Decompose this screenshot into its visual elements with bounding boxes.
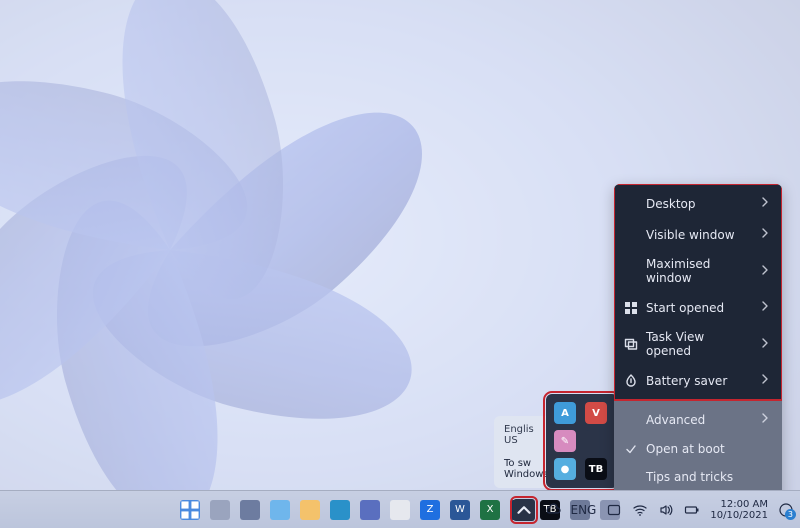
system-tray: ENG 12:00 AM 10/10/2021 3 [513, 491, 795, 528]
notif-badge: 3 [785, 509, 796, 520]
ctx-item-label: Visible window [646, 228, 752, 242]
ctx-item-label: Desktop [646, 197, 752, 211]
ctx-item-visible-window[interactable]: Visible window [614, 219, 782, 250]
chevron-right-icon [760, 226, 770, 243]
chrome-button[interactable] [390, 500, 410, 520]
ctx-item-label: Open at boot [646, 442, 752, 456]
onedrive-icon[interactable] [545, 502, 561, 518]
no-icon [624, 264, 638, 278]
search-button[interactable] [210, 500, 230, 520]
notifications-button[interactable]: 3 [778, 502, 794, 518]
start-icon [624, 301, 638, 315]
show-hidden-icons-button[interactable] [513, 499, 535, 521]
chevron-right-icon [760, 299, 770, 316]
ctx-item-desktop[interactable]: Desktop [614, 188, 782, 219]
hidden-icons-flyout: AV ✎ ● TB [546, 394, 618, 488]
start-button[interactable] [180, 500, 200, 520]
ctx-item-advanced[interactable]: Advanced [614, 404, 782, 435]
tray-app-blank[interactable] [585, 430, 607, 452]
edge-button[interactable] [330, 500, 350, 520]
tray-app-a[interactable]: A [554, 402, 576, 424]
clock-time: 12:00 AM [710, 499, 768, 510]
volume-icon[interactable] [658, 502, 674, 518]
chevron-right-icon [760, 372, 770, 389]
ctx-item-label: Tips and tricks [646, 470, 752, 484]
tray-context-menu: Desktop Visible window Maximised window Sta… [614, 184, 782, 525]
task-view-icon [624, 337, 638, 351]
no-icon [624, 197, 638, 211]
ctx-item-label: Start opened [646, 301, 752, 315]
battery-saver-icon [624, 374, 638, 388]
ime-hint-prefix: To sw [504, 458, 531, 469]
no-icon [624, 228, 638, 242]
chevron-right-icon [760, 336, 770, 353]
ctx-item-label: Battery saver [646, 374, 752, 388]
task-view-button[interactable] [240, 500, 260, 520]
widgets-button[interactable] [270, 500, 290, 520]
tray-app-tb[interactable]: TB [585, 458, 607, 480]
chevron-right-icon [760, 195, 770, 212]
ctx-item-label: Advanced [646, 413, 752, 427]
ctx-item-task-view-opened[interactable]: Task View opened [614, 323, 782, 365]
no-icon [624, 470, 638, 484]
ime-mode-icon[interactable] [606, 502, 622, 518]
ctx-item-start-opened[interactable]: Start opened [614, 292, 782, 323]
wifi-icon[interactable] [632, 502, 648, 518]
chevron-right-icon [760, 263, 770, 280]
explorer-button[interactable] [300, 500, 320, 520]
ctx-item-label: Maximised window [646, 257, 752, 285]
ctx-item-tips-and-tricks[interactable]: Tips and tricks [614, 463, 782, 491]
battery-icon[interactable] [684, 502, 700, 518]
ctx-item-battery-saver[interactable]: Battery saver [614, 365, 782, 396]
store-button[interactable] [360, 500, 380, 520]
tray-app-eraser[interactable]: ✎ [554, 430, 576, 452]
check-icon [624, 442, 638, 456]
chevron-right-icon [760, 411, 770, 428]
clock-date: 10/10/2021 [710, 510, 768, 521]
clock[interactable]: 12:00 AM 10/10/2021 [710, 499, 768, 521]
tray-app-dot[interactable]: ● [554, 458, 576, 480]
language-indicator[interactable]: ENG [571, 503, 597, 517]
ctx-item-maximised-window[interactable]: Maximised window [614, 250, 782, 292]
zalo-button[interactable]: Z [420, 500, 440, 520]
ctx-item-open-at-boot[interactable]: Open at boot [614, 435, 782, 463]
taskbar: ZWXPsTB ENG 12:00 AM 10/10/2021 3 [0, 490, 800, 528]
excel-button[interactable]: X [480, 500, 500, 520]
tray-app-v[interactable]: V [585, 402, 607, 424]
ctx-item-label: Task View opened [646, 330, 752, 358]
word-button[interactable]: W [450, 500, 470, 520]
no-icon [624, 413, 638, 427]
